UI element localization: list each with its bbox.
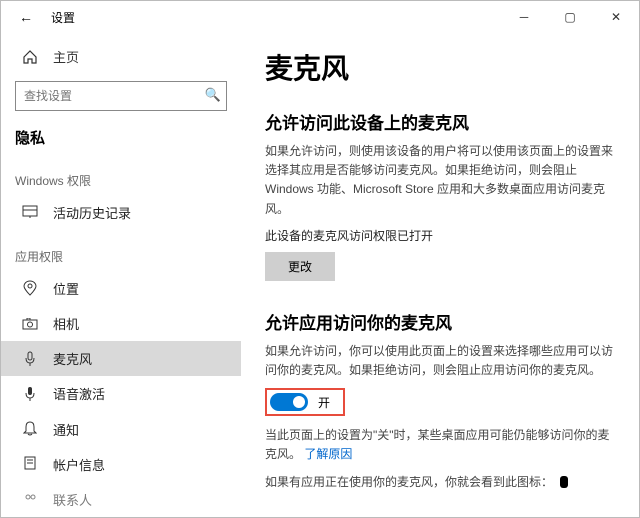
app-access-note: 当此页面上的设置为"关"时，某些桌面应用可能仍能够访问你的麦克风。 了解原因 [265,426,615,464]
voice-icon [21,386,39,402]
minimize-button[interactable]: ─ [501,1,547,33]
microphone-indicator-icon [560,476,568,488]
sidebar-item-account-info[interactable]: 帐户信息 [1,447,241,482]
sidebar-group-apps: 应用权限 [1,230,241,271]
history-icon [21,205,39,219]
content-pane: 麦克风 允许访问此设备上的麦克风 如果允许访问，则使用该设备的用户将可以使用该页… [241,33,639,517]
sidebar-item-location[interactable]: 位置 [1,271,241,306]
section-store-apps-title: 选择可访问麦克风的 Microsoft Store 应用 [265,512,615,517]
sidebar-item-contacts[interactable]: 联系人 [1,482,241,517]
section-device-access-desc: 如果允许访问，则使用该设备的用户将可以使用该页面上的设置来选择其应用是否能够访问… [265,142,615,219]
maximize-button[interactable]: ▢ [547,1,593,33]
section-device-access-title: 允许访问此设备上的麦克风 [265,109,615,134]
bell-icon [21,421,39,437]
device-access-status: 此设备的麦克风访问权限已打开 [265,227,615,244]
sidebar-item-label: 联系人 [53,490,92,509]
sidebar-home[interactable]: 主页 [1,41,241,73]
usage-note: 如果有应用正在使用你的麦克风，你就会看到此图标： [265,473,615,492]
sidebar: 主页 🔍 隐私 Windows 权限 活动历史记录 应用权限 位置 [1,33,241,517]
toggle-label: 开 [318,394,330,411]
sidebar-group-windows: Windows 权限 [1,154,241,195]
sidebar-item-label: 通知 [53,420,79,439]
sidebar-item-label: 帐户信息 [53,455,105,474]
sidebar-item-label: 语音激活 [53,384,105,403]
search-input[interactable] [15,81,227,111]
sidebar-item-label: 麦克风 [53,349,92,368]
sidebar-category: 隐私 [1,117,241,154]
contacts-icon [21,493,39,505]
sidebar-item-label: 位置 [53,279,79,298]
sidebar-item-label: 活动历史记录 [53,203,131,222]
home-icon [21,49,39,65]
sidebar-item-camera[interactable]: 相机 [1,306,241,341]
account-icon [21,456,39,472]
sidebar-item-activity-history[interactable]: 活动历史记录 [1,195,241,230]
sidebar-item-label: 相机 [53,314,79,333]
microphone-icon [21,351,39,367]
sidebar-item-notifications[interactable]: 通知 [1,412,241,447]
page-title: 麦克风 [265,47,615,87]
app-access-toggle[interactable] [270,393,308,411]
learn-more-link[interactable]: 了解原因 [304,447,352,461]
change-button[interactable]: 更改 [265,252,335,281]
close-button[interactable]: ✕ [593,1,639,33]
window-title: 设置 [51,9,75,26]
sidebar-item-microphone[interactable]: 麦克风 [1,341,241,376]
sidebar-home-label: 主页 [53,47,79,66]
sidebar-item-voice-activation[interactable]: 语音激活 [1,376,241,411]
search-icon[interactable]: 🔍 [205,87,221,103]
section-app-access-title: 允许应用访问你的麦克风 [265,309,615,334]
section-app-access-desc: 如果允许访问，你可以使用此页面上的设置来选择哪些应用可以访问你的麦克风。如果拒绝… [265,342,615,380]
camera-icon [21,318,39,330]
back-icon[interactable]: ← [19,9,33,25]
location-icon [21,280,39,296]
